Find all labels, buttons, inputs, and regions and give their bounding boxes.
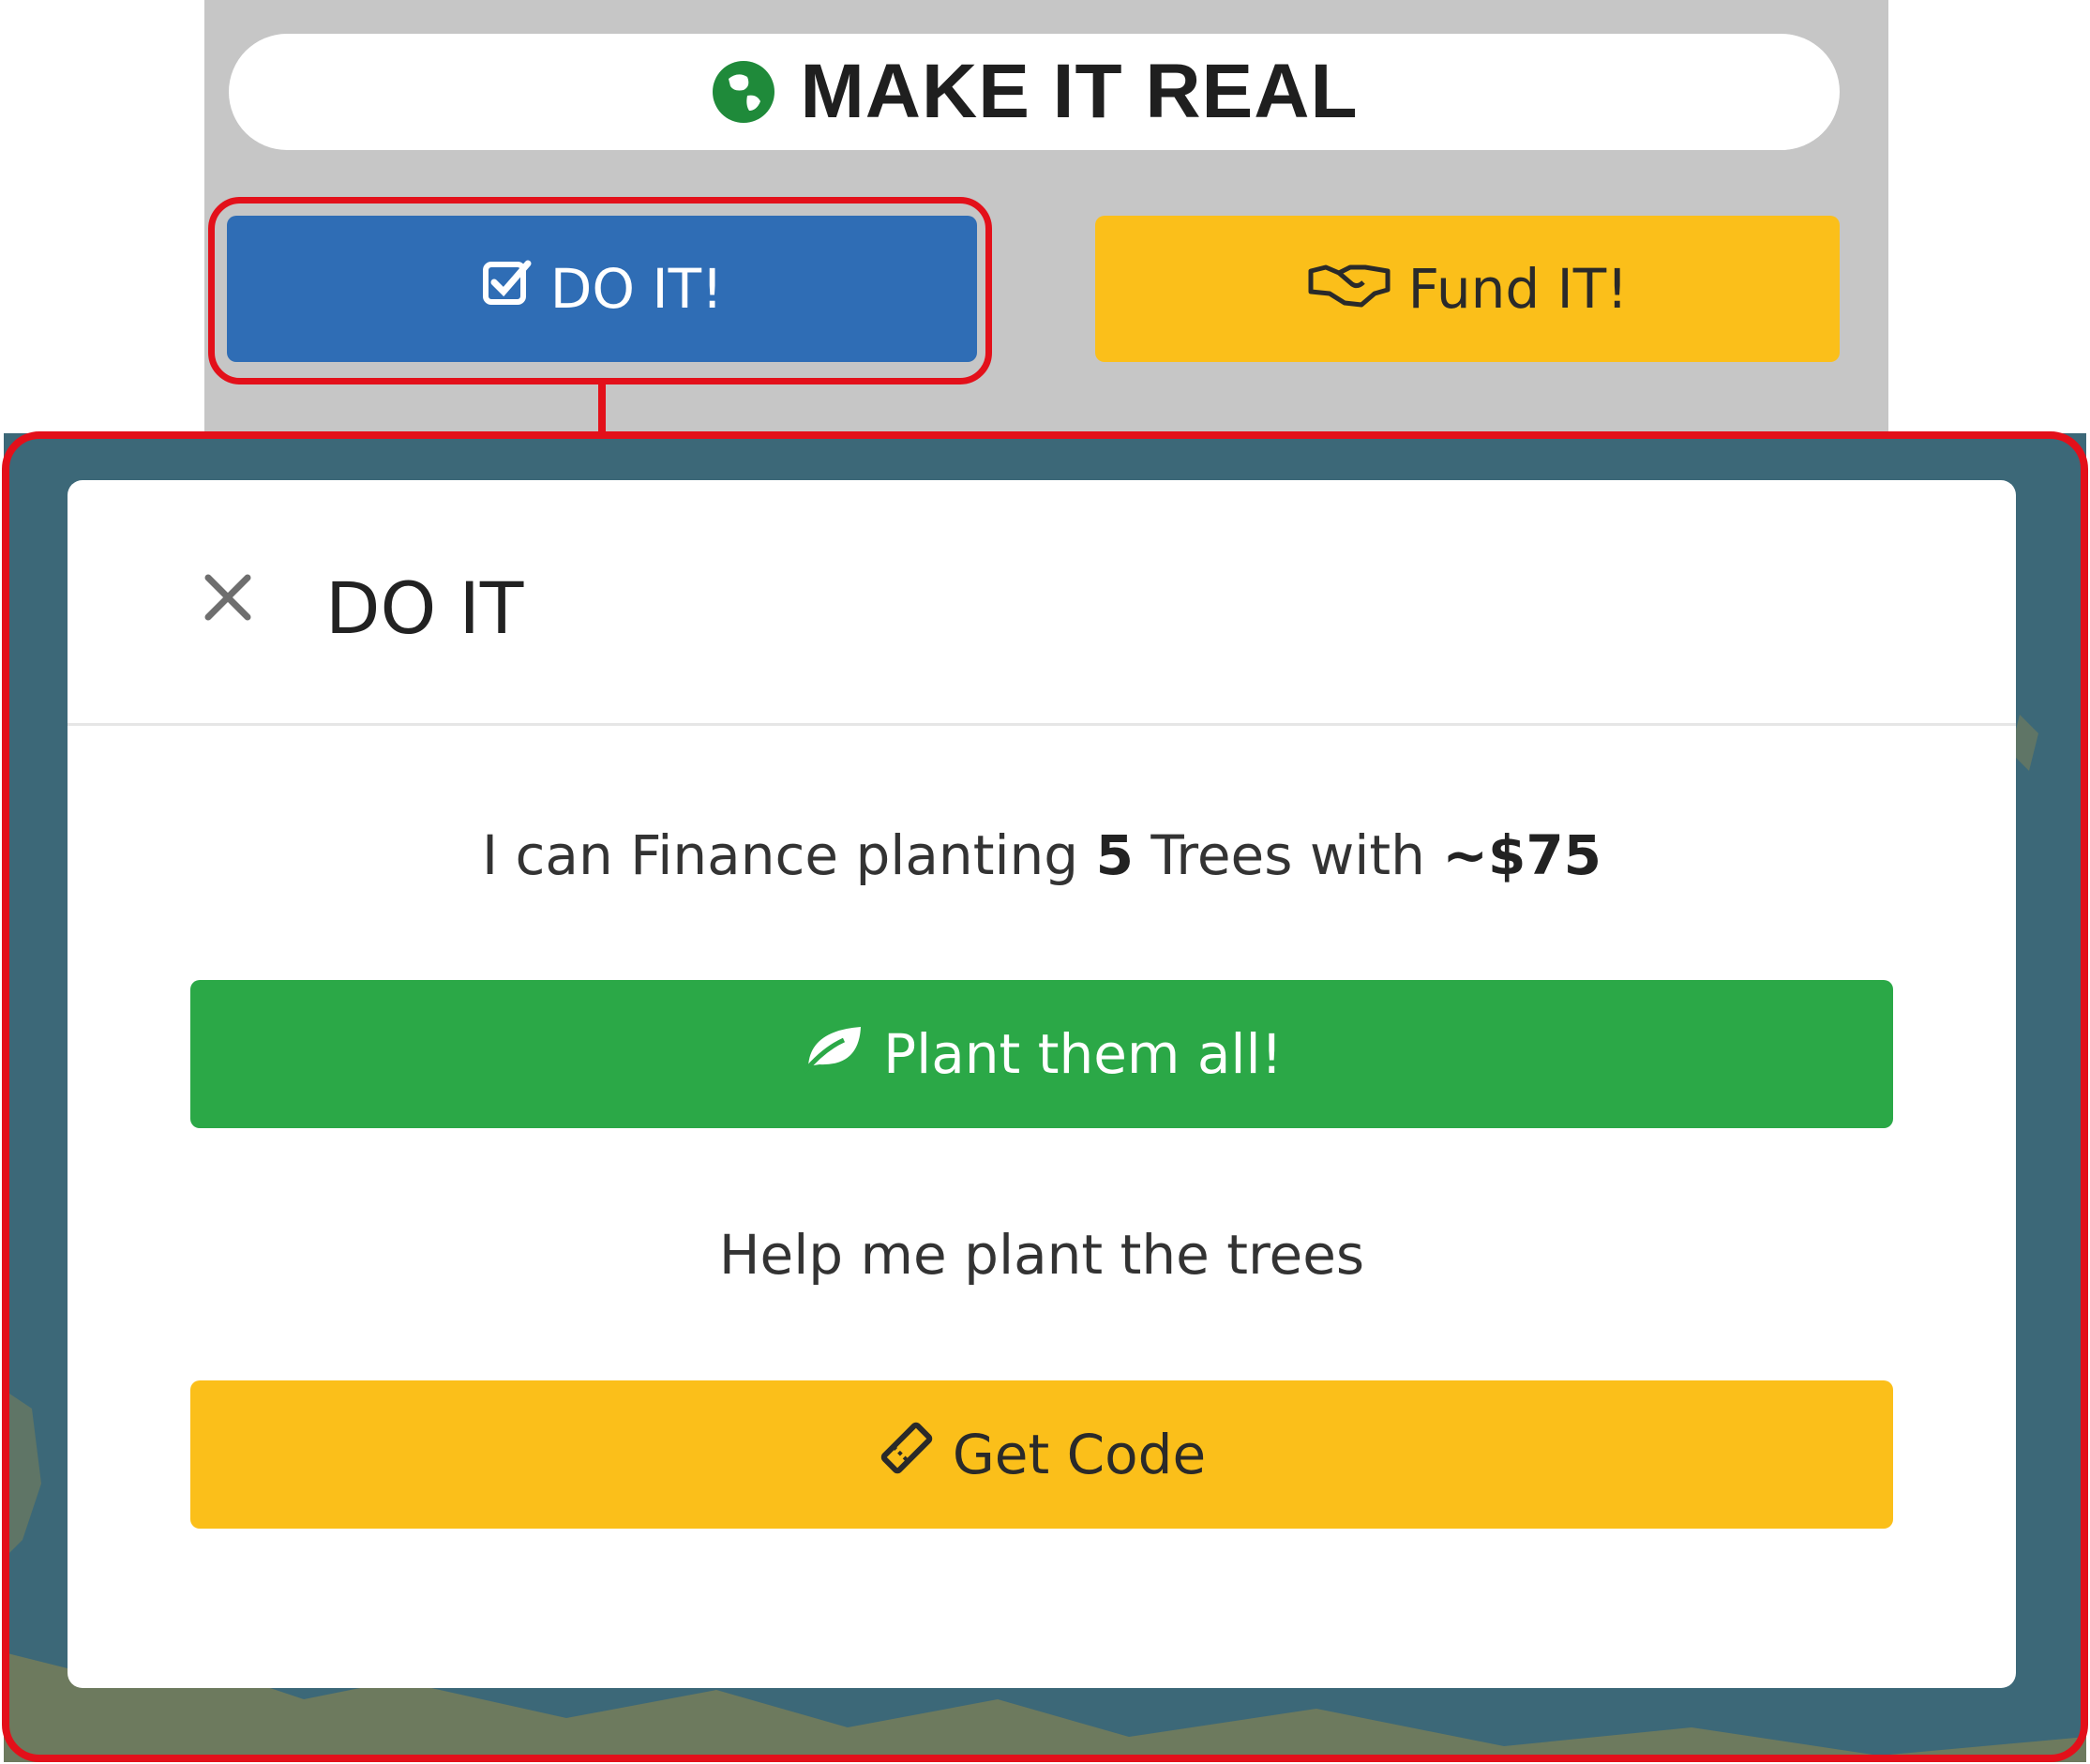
check-square-icon <box>481 256 534 322</box>
tree-count: 5 <box>1095 823 1134 887</box>
close-icon[interactable] <box>199 568 257 626</box>
plant-them-all-label: Plant them all! <box>883 1022 1283 1086</box>
fund-it-button[interactable]: Fund IT! <box>1095 216 1840 362</box>
finance-text: I can Finance planting 5 Trees with ~$75 <box>68 823 2016 887</box>
get-code-label: Get Code <box>952 1423 1207 1486</box>
plant-them-all-button[interactable]: Plant them all! <box>190 980 1893 1128</box>
help-text: Help me plant the trees <box>718 1223 1365 1287</box>
do-it-button[interactable]: DO IT! <box>227 216 977 362</box>
modal-title: DO IT <box>325 566 524 650</box>
finance-prefix: I can Finance planting <box>481 823 1096 887</box>
page-title: MAKE IT REAL <box>800 49 1359 134</box>
fund-it-label: Fund IT! <box>1407 257 1629 321</box>
highlight-connector <box>598 383 606 435</box>
finance-amount: ~$75 <box>1442 823 1602 887</box>
leaf-icon <box>801 1021 866 1087</box>
handshake-icon <box>1307 256 1391 322</box>
finance-middle: Trees with <box>1133 823 1443 887</box>
get-code-button[interactable]: Get Code <box>190 1380 1893 1529</box>
ticket-icon <box>878 1419 936 1490</box>
modal-header: DO IT <box>68 480 2016 726</box>
globe-icon <box>710 58 777 126</box>
title-banner: MAKE IT REAL <box>229 34 1840 150</box>
do-it-modal: DO IT I can Finance planting 5 Trees wit… <box>68 480 2016 1688</box>
do-it-label: DO IT! <box>549 257 724 321</box>
